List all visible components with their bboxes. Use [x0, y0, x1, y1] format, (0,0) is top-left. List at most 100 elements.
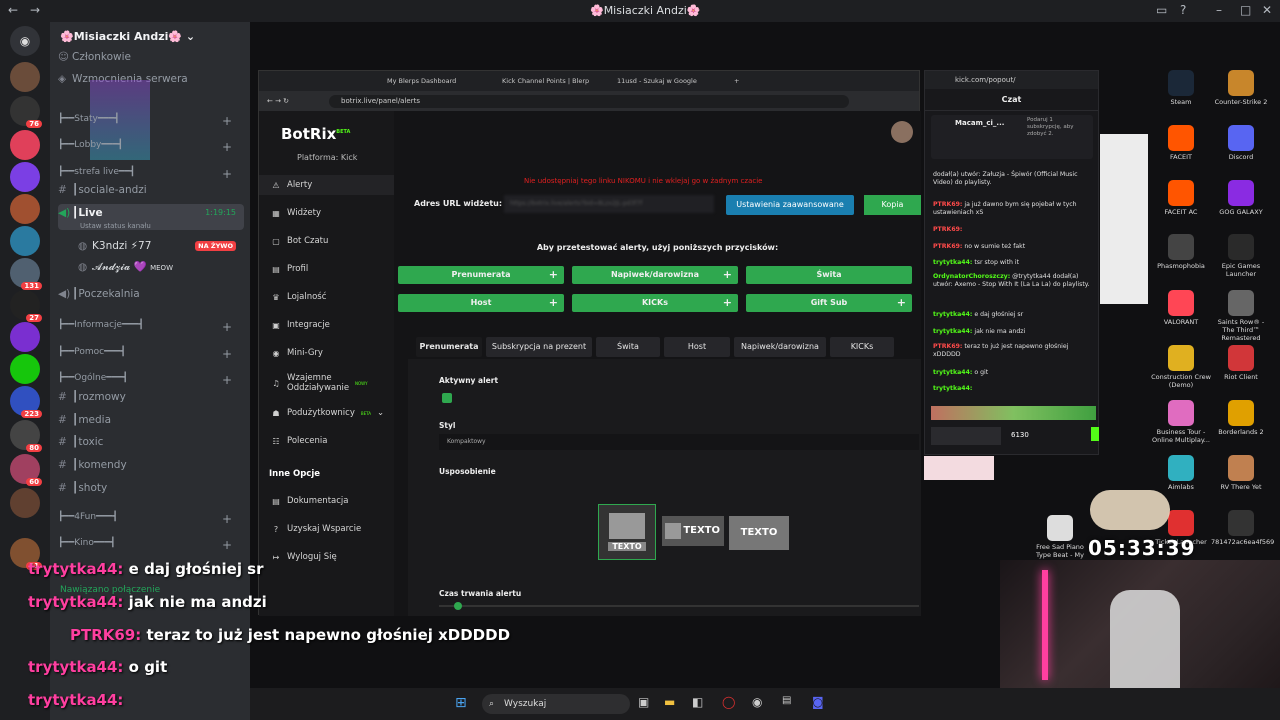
- duration-slider-track[interactable]: [439, 602, 919, 610]
- server-icon[interactable]: [10, 226, 40, 256]
- test-napiwek-button[interactable]: Napiwek/darowizna +: [572, 266, 738, 284]
- inbox-icon[interactable]: ▭: [1156, 3, 1167, 17]
- desktop-shortcut[interactable]: Steam: [1151, 70, 1211, 106]
- server-icon[interactable]: [10, 162, 40, 192]
- server-icon[interactable]: 80: [10, 420, 42, 452]
- server-icon[interactable]: [10, 130, 40, 160]
- nav-polecenia[interactable]: ☷ Polecenia: [271, 436, 327, 446]
- desktop-shortcut[interactable]: VALORANT: [1151, 290, 1211, 326]
- channel-sociale-andzi[interactable]: # ┃sociale-andzi: [58, 181, 244, 199]
- category-lobby[interactable]: ┣━━Lobby━━━┫ +: [58, 140, 244, 154]
- desktop-shortcut[interactable]: Riot Client: [1211, 345, 1271, 381]
- test-swita-button[interactable]: Świta: [746, 266, 912, 284]
- chat-input[interactable]: [931, 427, 1001, 445]
- desktop-shortcut[interactable]: Counter-Strike 2: [1211, 70, 1271, 106]
- opera-icon[interactable]: ◯: [722, 695, 735, 709]
- forward-arrow-icon[interactable]: →: [30, 3, 40, 17]
- boosts-link[interactable]: ◈ Wzmocnienia serwera: [58, 70, 244, 88]
- tab-napiwek[interactable]: Napiwek/darowizna: [734, 337, 826, 357]
- server-icon[interactable]: [10, 194, 40, 224]
- avatar[interactable]: [891, 121, 913, 143]
- server-icon[interactable]: 60: [10, 454, 42, 486]
- desktop-shortcut[interactable]: Phasmophobia: [1151, 234, 1211, 270]
- category-4fun[interactable]: ┣━━4Fun━━━┫ +: [58, 512, 244, 526]
- channel-komendy[interactable]: # ┃komendy: [58, 456, 244, 474]
- test-gift-sub-button[interactable]: Gift Sub +: [746, 294, 912, 312]
- test-prenumerata-button[interactable]: Prenumerata +: [398, 266, 564, 284]
- server-icon[interactable]: 27: [10, 290, 42, 322]
- tab-subskrypcja[interactable]: Subskrypcja na prezent: [486, 337, 592, 357]
- close-icon[interactable]: ✕: [1262, 3, 1272, 17]
- test-kicks-button[interactable]: KICKs +: [572, 294, 738, 312]
- tab-host[interactable]: Host: [664, 337, 730, 357]
- tab-kicks[interactable]: KICKs: [830, 337, 894, 357]
- duration-slider-thumb[interactable]: [454, 602, 462, 610]
- desktop-shortcut[interactable]: 781472ac6ea4f569: [1211, 510, 1274, 546]
- widget-url-input[interactable]: https://botrix.live/alerts?bid=8Lzx2JL-p…: [504, 195, 714, 213]
- copy-button[interactable]: Kopia: [864, 195, 921, 215]
- category-pomoc[interactable]: ┣━━Pomoc━━━┫ +: [58, 347, 244, 361]
- nav-alerty[interactable]: ⚠ Alerty: [271, 180, 312, 190]
- browser-tab[interactable]: 11usd - Szukaj w Google: [609, 71, 724, 91]
- browser-tab[interactable]: Kick Channel Points | Blerp: [494, 71, 609, 91]
- server-icon[interactable]: [10, 322, 40, 352]
- voice-channel-live[interactable]: ◀) ┃Live 1:19:15 Ustaw status kanału: [58, 204, 244, 230]
- server-icon[interactable]: 76: [10, 96, 42, 128]
- test-host-button[interactable]: Host +: [398, 294, 564, 312]
- members-link[interactable]: ☺ Członkowie: [58, 48, 244, 66]
- tab-prenumerata[interactable]: Prenumerata: [416, 337, 482, 357]
- category-ogolne[interactable]: ┣━━Ogólne━━━┫ +: [58, 373, 244, 387]
- browser-tab[interactable]: My Blerps Dashboard: [379, 71, 494, 91]
- nav-poduzytkownicy[interactable]: ☗ Podużytkownicy BETA ⌄: [271, 408, 391, 418]
- windows-start-icon[interactable]: ⊞: [455, 695, 467, 711]
- voice-user[interactable]: ◍ K3ndzi ⚡77 NA ŻYWO: [78, 237, 244, 255]
- channel-media[interactable]: # ┃media: [58, 411, 244, 429]
- nav-wsparcie[interactable]: ? Uzyskaj Wsparcie: [271, 524, 361, 534]
- server-icon[interactable]: 223: [10, 386, 42, 418]
- back-arrow-icon[interactable]: ← → ↻: [267, 97, 289, 105]
- desktop-shortcut[interactable]: Discord: [1211, 125, 1271, 161]
- emote-bar[interactable]: [931, 406, 1096, 420]
- desktop-shortcut[interactable]: Construction Crew (Demo): [1151, 345, 1211, 389]
- obs-icon[interactable]: ◉: [752, 695, 762, 709]
- pinned-gift-banner[interactable]: Macam_ci_... Podaruj 1 subskrypcję, aby …: [931, 115, 1093, 159]
- advanced-settings-button[interactable]: Ustawienia zaawansowane: [726, 195, 854, 215]
- category-staty[interactable]: ┣━━Staty━━━┫ +: [58, 114, 244, 128]
- layout-option-overlay[interactable]: TEXTO: [729, 516, 789, 550]
- discord-home-icon[interactable]: ◉: [10, 26, 40, 56]
- nav-widzety[interactable]: ▦ Widżety: [271, 208, 321, 218]
- nav-mini-gry[interactable]: ◉ Mini-Gry: [271, 348, 323, 358]
- maximize-icon[interactable]: □: [1240, 3, 1251, 17]
- voice-user[interactable]: ◍ 𝓐𝓷𝓭𝔃𝓲𝓪 💜 MEOW: [78, 258, 244, 276]
- server-icon[interactable]: 131: [10, 258, 42, 290]
- channel-toxic[interactable]: # ┃toxic: [58, 433, 244, 451]
- file-explorer-icon[interactable]: ▬: [664, 695, 675, 709]
- nav-dokumentacja[interactable]: ▤ Dokumentacja: [271, 496, 348, 506]
- nav-wzajemne[interactable]: ♫ Wzajemne Oddziaływanie NOWY: [271, 373, 381, 393]
- epic-icon[interactable]: ▤: [782, 695, 791, 706]
- server-icon[interactable]: [10, 354, 40, 384]
- layout-option-vertical[interactable]: TEXTO: [598, 504, 656, 560]
- server-icon[interactable]: [10, 488, 40, 518]
- desktop-shortcut[interactable]: Business Tour - Online Multiplay...: [1151, 400, 1211, 444]
- active-alert-checkbox[interactable]: [442, 393, 452, 403]
- back-arrow-icon[interactable]: ←: [8, 3, 18, 17]
- desktop-shortcut[interactable]: GOG GALAXY: [1211, 180, 1271, 216]
- nav-lojalnosc[interactable]: ♛ Lojalność: [271, 292, 326, 302]
- store-icon[interactable]: ◧: [692, 695, 703, 709]
- chat-url-bar[interactable]: kick.com/popout/: [925, 71, 1098, 89]
- desktop-shortcut[interactable]: Borderlands 2: [1211, 400, 1271, 436]
- nav-wyloguj[interactable]: ↦ Wyloguj Się: [271, 552, 337, 562]
- channel-rozmowy[interactable]: # ┃rozmowy: [58, 388, 244, 406]
- discord-taskbar-icon[interactable]: ◙: [812, 695, 824, 709]
- taskbar-search[interactable]: ⌕ Wyszukaj: [482, 694, 630, 714]
- nav-integracje[interactable]: ▣ Integracje: [271, 320, 330, 330]
- minimize-icon[interactable]: –: [1216, 3, 1222, 17]
- task-view-icon[interactable]: ▣: [638, 695, 649, 709]
- desktop-shortcut[interactable]: Epic Games Launcher: [1211, 234, 1271, 278]
- tab-swita[interactable]: Świta: [596, 337, 660, 357]
- server-icon[interactable]: [10, 62, 40, 92]
- send-button[interactable]: [1091, 427, 1099, 441]
- nav-bot-czatu[interactable]: ▢ Bot Czatu: [271, 236, 328, 246]
- category-strefa-live[interactable]: ┣━━strefa live━━┫ +: [58, 167, 244, 181]
